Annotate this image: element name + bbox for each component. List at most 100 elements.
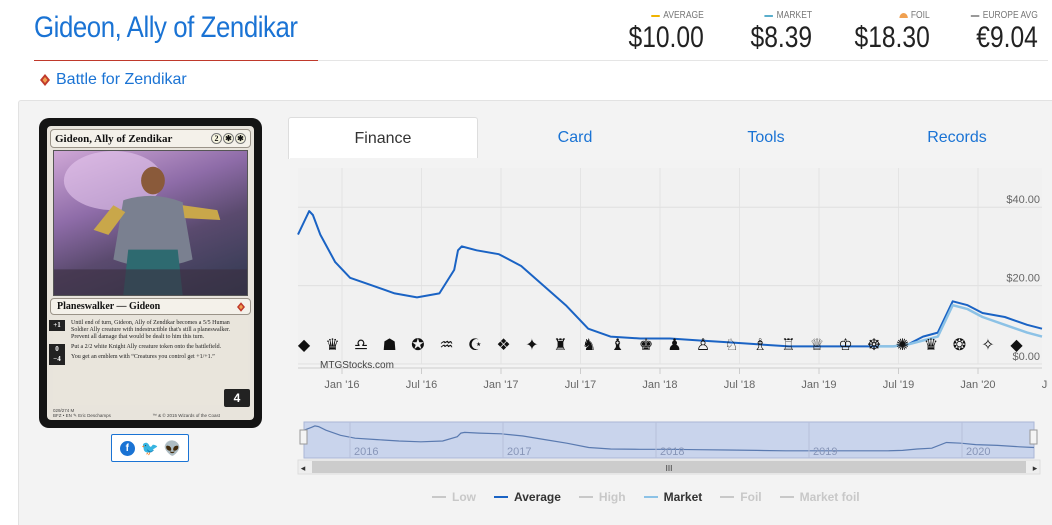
set-link[interactable]: Battle for Zendikar <box>40 71 187 89</box>
set-release-marker-icon: ♔ <box>838 337 852 354</box>
set-release-marker-icon: ❂ <box>953 337 966 354</box>
set-release-marker-icon: ♒ <box>439 337 453 354</box>
navigator-right-handle <box>1029 429 1038 445</box>
x-tick-label: Jul '16 <box>406 379 437 391</box>
x-tick-label: Jul '17 <box>565 379 596 391</box>
chart-watermark: MTGStocks.com <box>320 360 394 371</box>
tab-bar: Finance Card Tools Records <box>288 117 1048 159</box>
europe-swatch <box>970 14 980 17</box>
price-summary: AVERAGE $10.00 MARKET $8.39 FOIL $18.30 … <box>610 10 1050 60</box>
x-tick-label: Jan '18 <box>642 379 677 391</box>
set-release-marker-icon: ◆ <box>1010 337 1023 354</box>
card-footer: 029/274 M BFZ • EN ✎ Eric Deschamps <box>53 408 111 418</box>
mana-white-icon: ✱ <box>223 133 234 144</box>
y-tick-label: $20.00 <box>1006 273 1040 285</box>
set-release-marker-icon: ♛ <box>924 337 938 354</box>
navigator-tick-label: 2017 <box>507 446 531 458</box>
twitter-icon[interactable]: 🐦 <box>141 440 158 456</box>
scroll-right-icon: ▸ <box>1033 463 1038 473</box>
y-tick-label: $40.00 <box>1006 194 1040 206</box>
gideon-art-icon <box>54 151 247 295</box>
legend-high[interactable]: High <box>578 490 626 504</box>
price-europe: EUROPE AVG €9.04 <box>959 10 1038 55</box>
mana-white-icon: ✱ <box>235 133 246 144</box>
tab-finance[interactable]: Finance <box>288 117 478 159</box>
set-release-marker-icon: ☪ <box>468 337 482 354</box>
price-market-value: $8.39 <box>750 21 812 54</box>
market-swatch <box>764 14 774 17</box>
card-image[interactable]: Gideon, Ally of Zendikar 2 ✱ ✱ Planeswal… <box>39 118 262 428</box>
set-release-marker-icon: ✺ <box>896 337 909 354</box>
set-symbol-icon <box>237 302 245 312</box>
x-tick-label: Jan '19 <box>801 379 836 391</box>
set-release-marker-icon: ✧ <box>981 337 994 354</box>
set-release-marker-icon: ♘ <box>724 337 738 354</box>
share-buttons: f 🐦 👽 <box>111 434 189 462</box>
average-swatch <box>651 14 661 17</box>
set-release-marker-icon: ♞ <box>582 337 596 354</box>
set-release-marker-icon: ☗ <box>382 337 396 354</box>
card-art <box>53 150 248 296</box>
ability-zero: 0 Put a 2/2 white Knight Ally creature t… <box>49 344 248 355</box>
card-image-name: Gideon, Ally of Zendikar <box>55 132 173 145</box>
price-foil: FOIL $18.30 <box>854 10 930 54</box>
set-release-marker-icon: ♟ <box>667 337 681 354</box>
set-release-marker-icon: ❖ <box>496 337 510 354</box>
set-release-marker-icon: ♛ <box>325 337 339 354</box>
navigator-tick-label: 2020 <box>966 446 990 458</box>
set-release-marker-icon: ♎ <box>354 337 368 354</box>
navigator-left-handle <box>299 429 308 445</box>
price-average: AVERAGE $10.00 <box>628 10 704 54</box>
price-average-value: $10.00 <box>628 21 704 54</box>
card-rules-text: +1 Until end of turn, Gideon, Ally of Ze… <box>49 317 248 405</box>
title-underline <box>34 60 318 61</box>
scrollbar-grip-icon: III <box>666 464 673 473</box>
legend-low[interactable]: Low <box>432 490 476 504</box>
price-foil-value: $18.30 <box>854 21 930 54</box>
scroll-left-icon: ◂ <box>301 463 306 473</box>
loyalty-cost: −4 <box>49 354 65 365</box>
price-chart-svg: Jan '16 Jul '16 Jan '17 Jul '17 Jan '18 Jul '… <box>297 168 1048 475</box>
set-release-marker-icon: ♝ <box>610 337 624 354</box>
set-symbol-icon <box>40 74 50 86</box>
price-europe-value: €9.04 <box>976 21 1038 54</box>
price-chart[interactable]: Jan '16 Jul '16 Jan '17 Jul '17 Jan '18 Jul '… <box>290 158 1048 518</box>
set-release-marker-icon: ♚ <box>639 337 653 354</box>
facebook-icon[interactable]: f <box>119 440 135 456</box>
tab-card[interactable]: Card <box>480 117 670 159</box>
chart-legend: Low Average High Market Foil Market foil <box>432 490 860 504</box>
navigator-tick-label: 2016 <box>354 446 378 458</box>
foil-swatch <box>899 13 908 18</box>
loyalty-cost: +1 <box>49 320 65 331</box>
legend-market[interactable]: Market <box>643 490 702 504</box>
set-name: Battle for Zendikar <box>56 71 187 88</box>
card-copyright: ™ & © 2015 Wizards of the Coast <box>152 413 220 418</box>
starting-loyalty: 4 <box>224 389 250 407</box>
ability-minus-four: −4 You get an emblem with “Creatures you… <box>49 354 248 365</box>
set-release-marker-icon: ✦ <box>525 337 538 354</box>
tab-records[interactable]: Records <box>862 117 1052 159</box>
set-release-marker-icon: ♜ <box>553 337 567 354</box>
x-tick-label: Jul '18 <box>724 379 755 391</box>
set-release-marker-icon: ◆ <box>298 337 311 354</box>
x-tick-label: Jan '17 <box>483 379 518 391</box>
page-root: Gideon, Ally of Zendikar AVERAGE $10.00 … <box>0 0 1052 525</box>
price-market: MARKET $8.39 <box>750 10 812 54</box>
set-release-marker-icon: ♖ <box>781 337 795 354</box>
mana-cost: 2 ✱ ✱ <box>211 133 246 144</box>
set-release-marker-icon: ♙ <box>696 337 710 354</box>
x-tick-label: Jul '20 <box>1042 379 1048 391</box>
set-release-marker-icon: ♕ <box>810 337 824 354</box>
set-release-marker-icon: ✪ <box>411 337 424 354</box>
navigator-tick-label: 2018 <box>660 446 684 458</box>
x-tick-label: Jan '20 <box>960 379 995 391</box>
legend-average[interactable]: Average <box>494 490 561 504</box>
card-type-line: Planeswalker — Gideon <box>50 298 251 315</box>
reddit-icon[interactable]: 👽 <box>164 440 181 456</box>
x-tick-label: Jan '16 <box>324 379 359 391</box>
tab-tools[interactable]: Tools <box>671 117 861 159</box>
x-tick-label: Jul '19 <box>883 379 914 391</box>
legend-market-foil[interactable]: Market foil <box>779 490 860 504</box>
mana-generic-icon: 2 <box>211 133 222 144</box>
legend-foil[interactable]: Foil <box>720 490 762 504</box>
